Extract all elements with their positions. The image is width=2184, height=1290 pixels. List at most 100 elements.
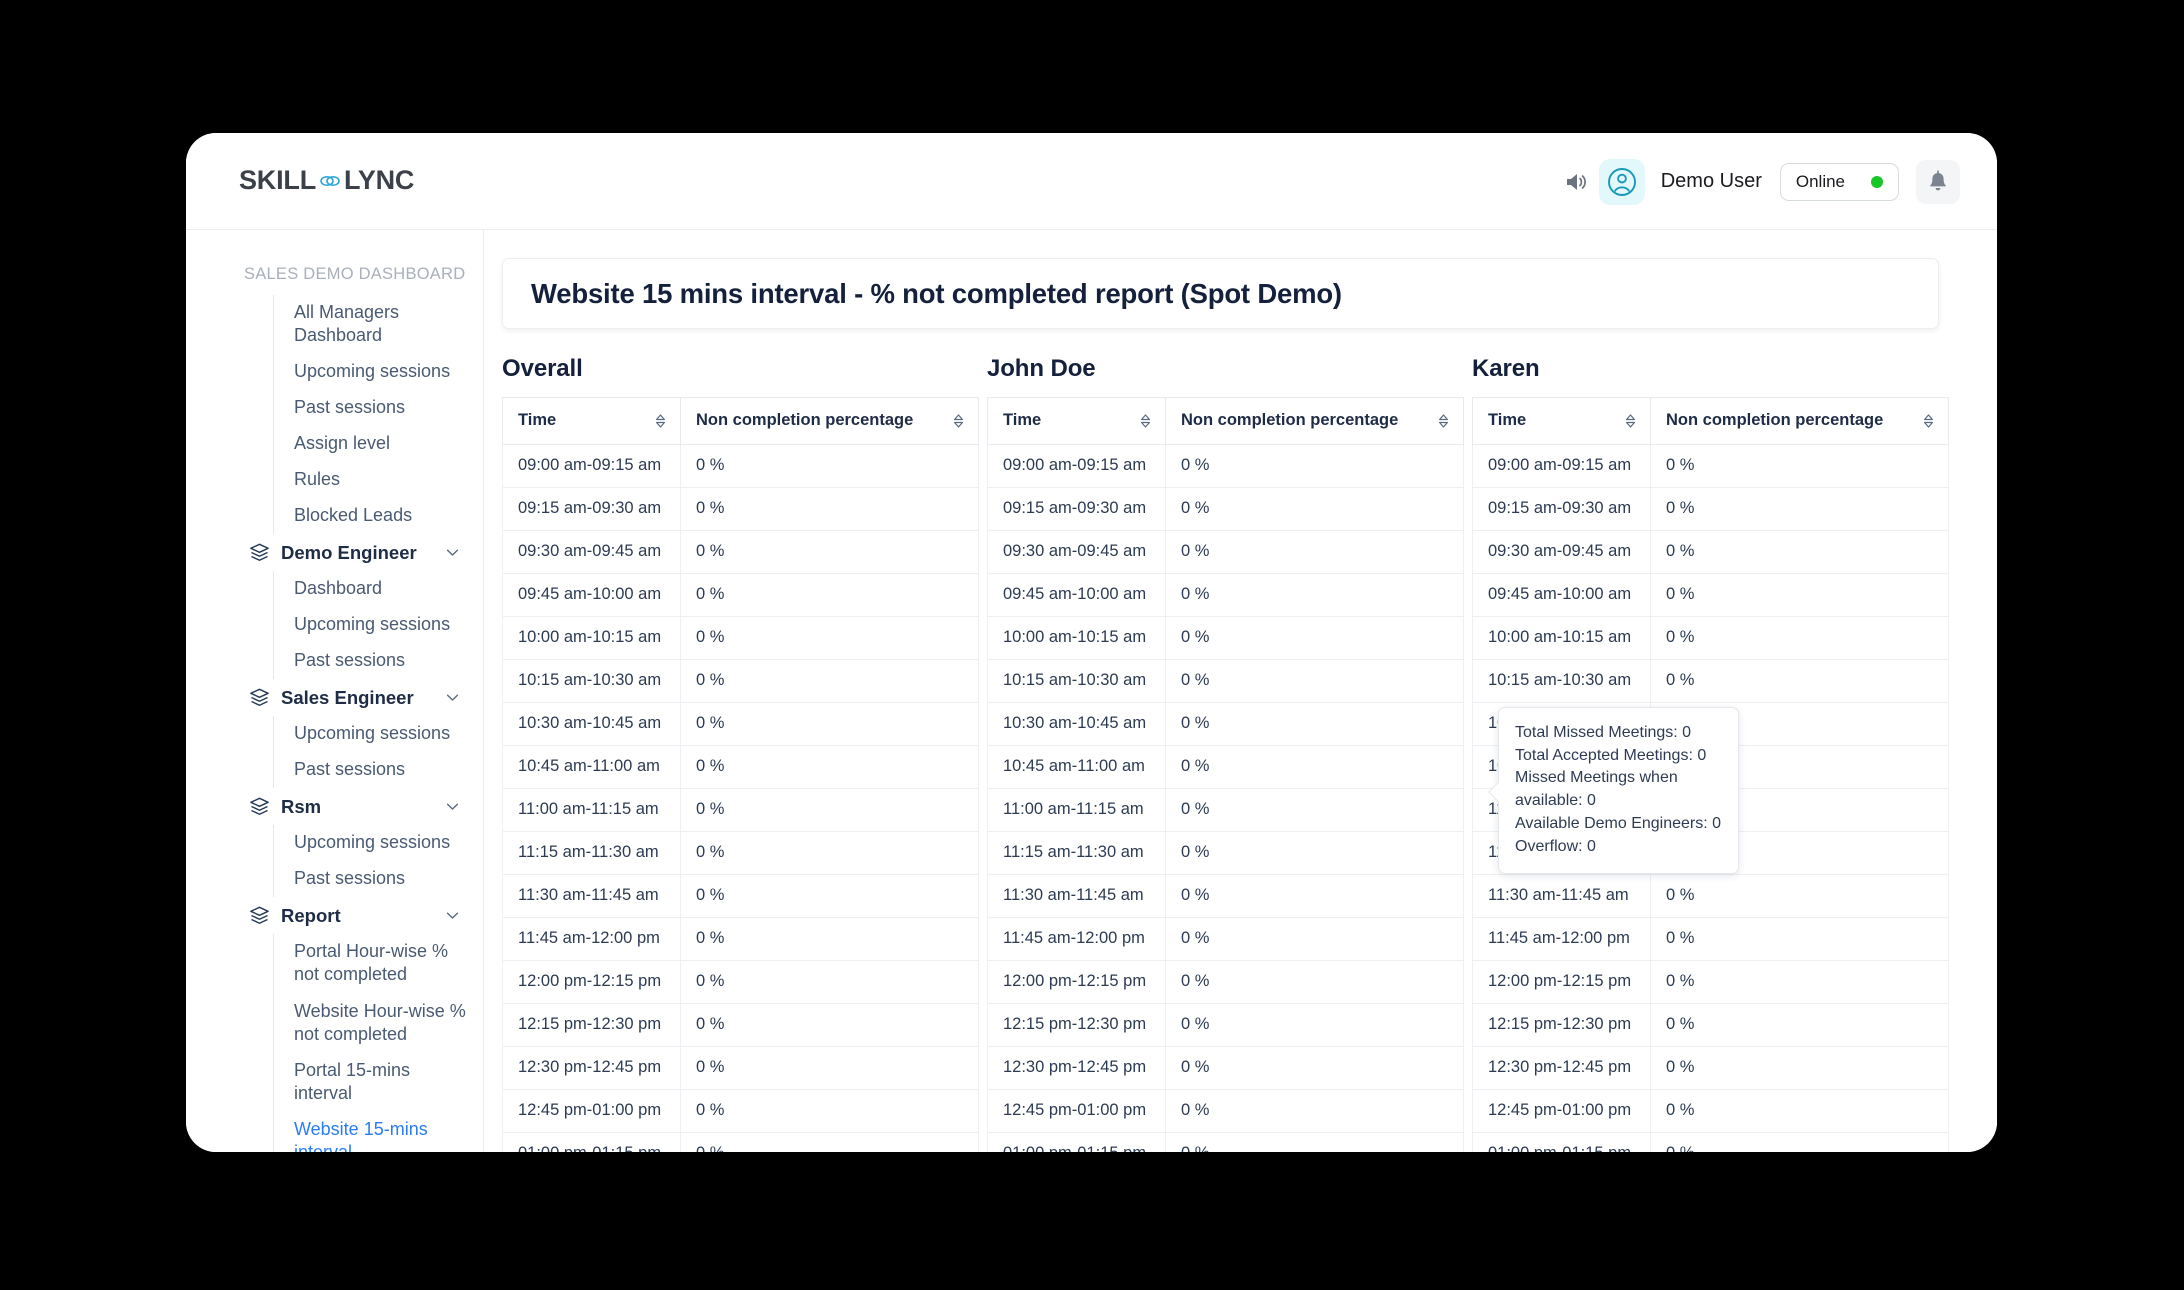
skill-lync-logo[interactable]: SKILL LYNC xyxy=(239,165,414,196)
sort-icon[interactable] xyxy=(1139,414,1152,429)
time-cell: 10:45 am-11:00 am xyxy=(987,745,1166,789)
column-header[interactable]: Time xyxy=(987,397,1166,445)
tooltip-line: Total Missed Meetings: 0 xyxy=(1515,724,1692,741)
user-avatar-icon[interactable] xyxy=(1598,158,1645,205)
sidebar-group-header[interactable]: Report xyxy=(186,897,483,934)
sidebar-group-header[interactable]: Sales Engineer xyxy=(186,679,483,716)
app-window: SKILL LYNC Demo User Online SALES DEMO D… xyxy=(186,133,1997,1152)
column-header[interactable]: Non completion percentage xyxy=(1165,397,1464,445)
report-table-block: Overall Time Non completion percentage 09… xyxy=(502,355,979,1152)
time-cell: 01:00 pm-01:15 pm xyxy=(987,1132,1166,1152)
chevron-down-icon[interactable] xyxy=(444,544,461,561)
table-row: 12:00 pm-12:15 pm 0 % xyxy=(1472,960,1949,1004)
bell-icon[interactable] xyxy=(1916,159,1960,204)
sidebar-item[interactable]: Past sessions xyxy=(294,390,483,426)
percentage-cell: 0 % xyxy=(680,788,979,832)
table-row: 09:00 am-09:15 am 0 % xyxy=(1472,444,1949,488)
sidebar-item[interactable]: Past sessions xyxy=(294,861,472,897)
sidebar-section-title: SALES DEMO DASHBOARD xyxy=(244,265,466,283)
sort-icon[interactable] xyxy=(1922,414,1935,429)
layers-icon xyxy=(250,797,269,816)
percentage-cell: 0 % xyxy=(1650,616,1949,660)
time-cell: 09:45 am-10:00 am xyxy=(987,573,1166,617)
sidebar-group-label: Sales Engineer xyxy=(281,686,414,708)
sidebar-item[interactable]: Upcoming sessions xyxy=(294,607,472,643)
percentage-cell: 0 % xyxy=(680,1003,979,1047)
table-row: 09:45 am-10:00 am 0 % xyxy=(1472,573,1949,617)
status-label: Online xyxy=(1795,171,1845,191)
sidebar-item[interactable]: Blocked Leads xyxy=(294,498,483,534)
column-header[interactable]: Time xyxy=(1472,397,1651,445)
sort-icon[interactable] xyxy=(1624,414,1637,429)
sidebar-item[interactable]: Upcoming sessions xyxy=(294,354,483,390)
main-content: Website 15 mins interval - % not complet… xyxy=(485,230,1997,1152)
tooltip-line: Available Demo Engineers: 0 xyxy=(1515,814,1722,832)
sidebar-group-header[interactable]: Rsm xyxy=(186,788,483,825)
column-header-label: Non completion percentage xyxy=(1666,411,1884,429)
percentage-cell: 0 % xyxy=(680,917,979,961)
time-cell: 10:15 am-10:30 am xyxy=(1472,659,1651,703)
time-cell: 09:00 am-09:15 am xyxy=(502,444,681,488)
percentage-cell: 0 % xyxy=(680,745,979,789)
time-cell: 12:00 pm-12:15 pm xyxy=(1472,960,1651,1004)
percentage-cell: 0 % xyxy=(1165,1003,1464,1047)
percentage-cell: 0 % xyxy=(1650,487,1949,531)
table-row: 09:45 am-10:00 am 0 % xyxy=(987,573,1464,617)
percentage-cell: 0 % xyxy=(1650,1132,1949,1152)
speaker-icon[interactable] xyxy=(1555,160,1599,204)
table-row: 09:15 am-09:30 am 0 % xyxy=(502,487,979,531)
time-cell: 10:15 am-10:30 am xyxy=(502,659,681,703)
table-row: 09:00 am-09:15 am 0 % xyxy=(987,444,1464,488)
time-cell: 11:15 am-11:30 am xyxy=(987,831,1166,875)
status-badge[interactable]: Online xyxy=(1779,162,1899,201)
column-header[interactable]: Non completion percentage xyxy=(1650,397,1949,445)
table-row: 12:45 pm-01:00 pm 0 % xyxy=(502,1089,979,1133)
table-row: 11:45 am-12:00 pm 0 % xyxy=(1472,917,1949,961)
table-row: 09:15 am-09:30 am 0 % xyxy=(987,487,1464,531)
table-row: 10:00 am-10:15 am 0 % xyxy=(502,616,979,660)
sidebar-item[interactable]: Website Hour-wise % not completed xyxy=(294,994,472,1053)
chevron-down-icon[interactable] xyxy=(444,689,461,706)
column-header-label: Non completion percentage xyxy=(1181,411,1399,429)
tooltip-line: Total Accepted Meetings: 0 xyxy=(1515,746,1707,764)
sort-icon[interactable] xyxy=(1437,414,1450,429)
column-header[interactable]: Non completion percentage xyxy=(680,397,979,445)
sort-icon[interactable] xyxy=(952,414,965,429)
percentage-cell: 0 % xyxy=(680,831,979,875)
report-tables-row: Overall Time Non completion percentage 09… xyxy=(485,355,1997,1152)
table-row: 10:00 am-10:15 am 0 % xyxy=(1472,616,1949,660)
sidebar-item[interactable]: Portal 15-mins interval xyxy=(294,1053,472,1112)
time-cell: 10:15 am-10:30 am xyxy=(987,659,1166,703)
sidebar-nav[interactable]: SALES DEMO DASHBOARD All Managers Dashbo… xyxy=(186,230,484,1152)
sidebar-group-label: Report xyxy=(281,904,341,926)
column-header[interactable]: Time xyxy=(502,397,681,445)
sidebar-item[interactable]: Past sessions xyxy=(294,643,472,679)
table-row: 10:30 am-10:45 am0 % xyxy=(502,702,979,746)
sidebar-item[interactable]: Portal Hour-wise % not completed xyxy=(294,934,472,993)
sort-icon[interactable] xyxy=(654,414,667,429)
sidebar-item[interactable]: Assign level xyxy=(294,426,483,462)
table-row: 12:15 pm-12:30 pm 0 % xyxy=(1472,1003,1949,1047)
sidebar-item[interactable]: Upcoming sessions xyxy=(294,825,472,861)
sidebar-item[interactable]: Website 15-mins interval xyxy=(294,1112,472,1152)
table-row: 01:00 pm-01:15 pm0 % xyxy=(1472,1132,1949,1152)
percentage-cell: 0 % xyxy=(1165,831,1464,875)
sidebar-item[interactable]: All Managers Dashboard xyxy=(294,295,483,354)
percentage-cell: 0 % xyxy=(1165,917,1464,961)
sidebar-item[interactable]: Dashboard xyxy=(294,571,472,607)
time-cell: 01:00 pm-01:15 pm xyxy=(1472,1132,1651,1152)
sidebar-item[interactable]: Past sessions xyxy=(294,752,472,788)
table-row: 11:45 am-12:00 pm 0 % xyxy=(502,917,979,961)
page-title-card: Website 15 mins interval - % not complet… xyxy=(502,258,1939,329)
time-cell: 11:45 am-12:00 pm xyxy=(502,917,681,961)
sidebar-item[interactable]: Rules xyxy=(294,462,483,498)
time-cell: 12:45 pm-01:00 pm xyxy=(1472,1089,1651,1133)
chevron-down-icon[interactable] xyxy=(444,798,461,815)
time-cell: 09:45 am-10:00 am xyxy=(1472,573,1651,617)
time-cell: 10:00 am-10:15 am xyxy=(987,616,1166,660)
sidebar-group-header[interactable]: Demo Engineer xyxy=(186,534,483,571)
sidebar-item[interactable]: Upcoming sessions xyxy=(294,716,472,752)
table-row: 11:30 am-11:45 am 0 % xyxy=(1472,874,1949,918)
chevron-down-icon[interactable] xyxy=(444,907,461,924)
time-cell: 11:45 am-12:00 pm xyxy=(987,917,1166,961)
